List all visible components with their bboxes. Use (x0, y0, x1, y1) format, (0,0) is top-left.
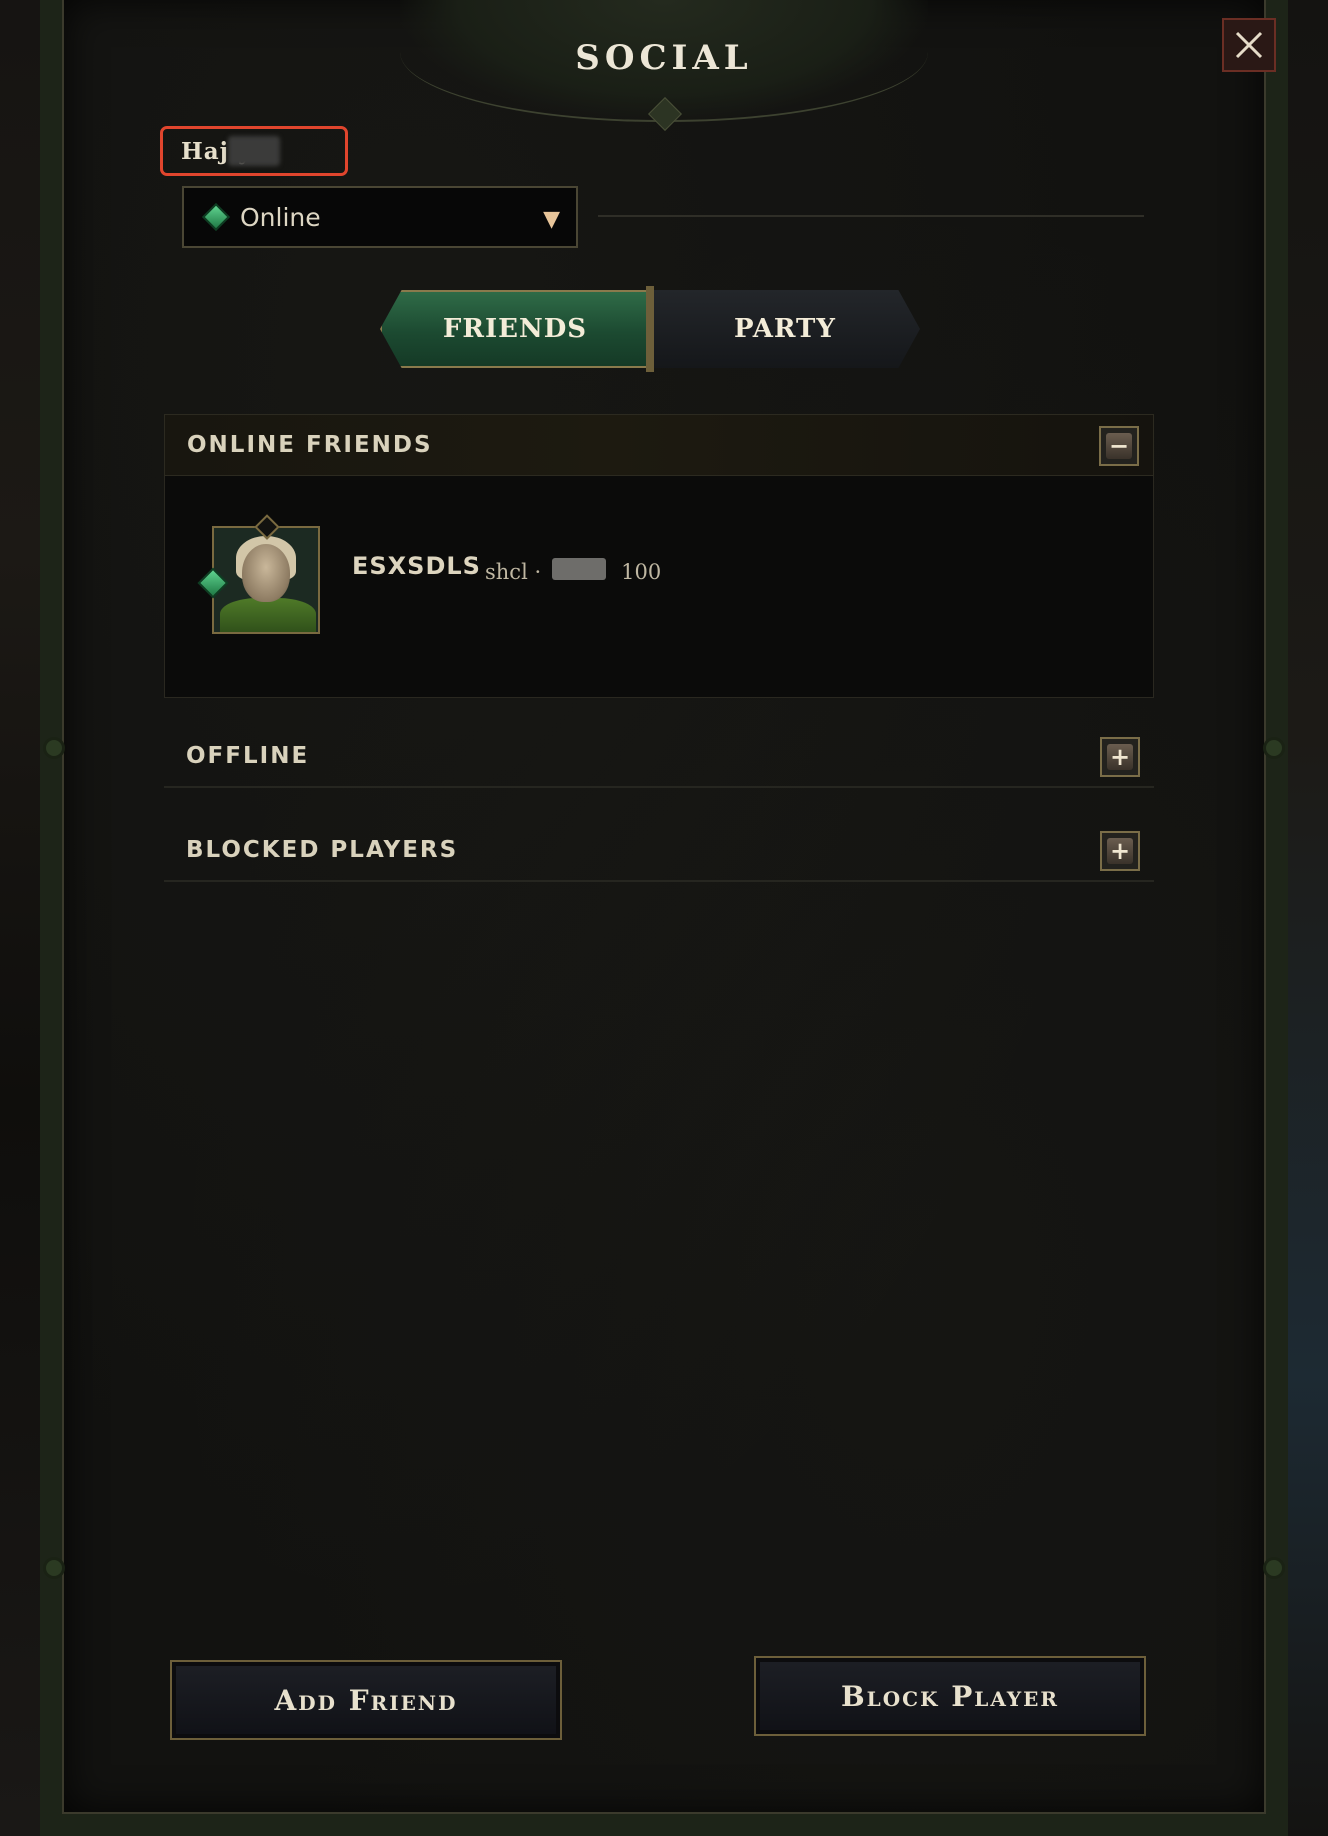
tab-separator (646, 286, 654, 372)
vine-ornament-icon (46, 1560, 62, 1576)
section-blocked-players[interactable]: BLOCKED PLAYERS + (164, 820, 1154, 882)
social-tabs: FRIENDS PARTY (380, 286, 920, 372)
friend-detail-prefix: shcl · (485, 560, 542, 584)
avatar[interactable] (212, 526, 320, 634)
section-label: ONLINE FRIENDS (187, 432, 433, 458)
vine-ornament-icon (1266, 1560, 1282, 1576)
tab-friends[interactable]: FRIENDS (380, 290, 650, 368)
close-button[interactable] (1222, 18, 1276, 72)
online-status-icon (201, 202, 231, 232)
section-label: OFFLINE (186, 743, 310, 769)
block-player-button[interactable]: Block Player (754, 1656, 1146, 1736)
vine-ornament-icon (46, 740, 62, 756)
chevron-down-icon: ▼ (543, 207, 560, 232)
add-friend-button[interactable]: Add Friend (170, 1660, 562, 1740)
plus-icon: + (1107, 744, 1133, 770)
page-title: SOCIAL (575, 38, 753, 78)
social-panel (40, 0, 1288, 1836)
avatar-cloak (220, 598, 316, 632)
section-offline[interactable]: OFFLINE + (164, 726, 1154, 788)
status-value: Online (240, 202, 321, 232)
avatar-face (242, 544, 290, 602)
section-online-friends[interactable]: ONLINE FRIENDS − (164, 414, 1154, 476)
vine-ornament-icon (1266, 740, 1282, 756)
friend-name[interactable]: ESXSDLS (352, 552, 481, 580)
friend-detail-suffix: 100 (621, 560, 662, 584)
redacted-blur (228, 136, 280, 166)
tab-party[interactable]: PARTY (650, 290, 920, 368)
status-dropdown[interactable]: Online ▼ (182, 186, 578, 248)
plus-icon: + (1107, 838, 1133, 864)
expand-button[interactable]: + (1100, 737, 1140, 777)
redacted-blur (552, 558, 606, 580)
minus-icon: − (1106, 433, 1132, 459)
divider-line (598, 215, 1144, 217)
section-label: BLOCKED PLAYERS (186, 837, 459, 863)
collapse-button[interactable]: − (1099, 426, 1139, 466)
close-icon (1235, 31, 1263, 59)
expand-button[interactable]: + (1100, 831, 1140, 871)
